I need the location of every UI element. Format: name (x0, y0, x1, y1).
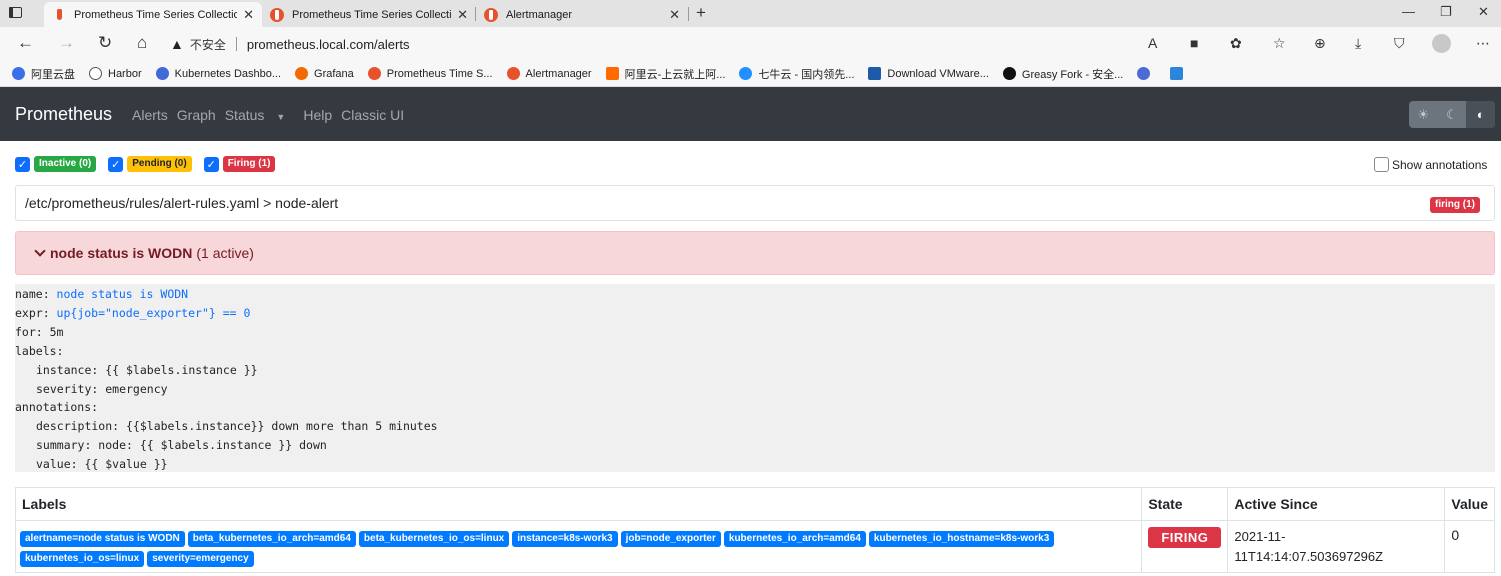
rule-name-link[interactable]: node status is WODN (57, 287, 189, 301)
alert-rule-toggle[interactable]: node status is WODN (1 active) (15, 231, 1495, 275)
new-tab-icon[interactable]: + (696, 3, 706, 23)
bookmark-item[interactable]: Download VMware... (868, 67, 989, 80)
nav-help[interactable]: Help (303, 107, 332, 123)
state-cell: FIRING (1141, 520, 1229, 573)
light-theme-icon[interactable]: ☀ (1409, 101, 1438, 128)
nav-classic-ui[interactable]: Classic UI (341, 107, 404, 123)
col-state: State (1141, 487, 1229, 521)
label-badge: severity=emergency (147, 551, 254, 567)
firing-filter[interactable]: ✓ Firing (1) (203, 156, 276, 172)
alerts-table: Labels State Active Since Value alertnam… (14, 487, 1495, 573)
col-value: Value (1444, 487, 1495, 521)
nav-graph[interactable]: Graph (177, 107, 216, 123)
group-state-badge: firing (1) (1430, 197, 1480, 213)
show-annotations-toggle[interactable]: Show annotations (1374, 157, 1487, 172)
col-active-since: Active Since (1227, 487, 1446, 521)
state-filters: ✓ Inactive (0) ✓ Pending (0) ✓ Firing (1… (15, 156, 287, 172)
table-row: alertname=node status is WODN beta_kubern… (14, 520, 1495, 573)
close-tab-icon[interactable]: ✕ (243, 7, 254, 23)
checkbox-unchecked-icon[interactable] (1374, 157, 1389, 172)
label-badge: kubernetes_io_arch=amd64 (723, 531, 866, 547)
prometheus-favicon-icon (52, 8, 66, 22)
rule-expr-link[interactable]: up{job="node_exporter"} == 0 (57, 306, 251, 320)
minimize-icon[interactable]: — (1402, 4, 1415, 19)
bookmark-item[interactable]: Kubernetes Dashbo... (155, 67, 281, 80)
label-badge: kubernetes_io_hostname=k8s-work3 (868, 531, 1055, 547)
browser-tab-strip: Prometheus Time Series Collectio ✕ Prome… (0, 0, 1501, 27)
browser-tab[interactable]: Prometheus Time Series Collectio ✕ (262, 2, 476, 27)
close-tab-icon[interactable]: ✕ (457, 7, 468, 23)
tab-actions-icon[interactable] (8, 5, 24, 21)
bookmark-item[interactable]: 七牛云 - 国内领先... (739, 66, 854, 82)
browser-tab[interactable]: Prometheus Time Series Collectio ✕ (44, 2, 262, 27)
theme-toggle: ☀ ☾ ◐ (1409, 101, 1496, 128)
alert-active-count: (1 active) (196, 245, 254, 261)
col-labels: Labels (14, 487, 1143, 521)
bookmark-item[interactable]: Prometheus Time S... (367, 67, 493, 80)
brand-link[interactable]: Prometheus (15, 104, 112, 125)
close-tab-icon[interactable]: ✕ (669, 7, 680, 23)
address-bar[interactable]: ▲ 不安全 prometheus.local.com/alerts (170, 32, 1170, 56)
bookmark-item[interactable]: Harbor (89, 67, 142, 80)
rule-group-path: /etc/prometheus/rules/alert-rules.yaml >… (25, 195, 339, 211)
browser-tab[interactable]: Alertmanager ✕ (476, 2, 688, 27)
downloads-icon[interactable]: ⤓ (1355, 35, 1361, 52)
bookmark-item[interactable]: Grafana (295, 67, 354, 80)
labels-cell: alertname=node status is WODN beta_kubern… (14, 520, 1143, 573)
back-icon[interactable]: ← (17, 33, 34, 53)
extension-icon[interactable]: ■ (1190, 35, 1198, 51)
restore-icon[interactable]: ❐ (1440, 4, 1452, 20)
shield-icon[interactable]: ⛉ (1394, 35, 1405, 52)
label-badge: beta_kubernetes_io_os=linux (358, 531, 510, 547)
nav-alerts[interactable]: Alerts (132, 107, 168, 123)
active-since-cell: 2021-11- 11T14:14:07.503697296Z (1227, 520, 1446, 573)
caret-down-icon: ▼ (276, 112, 286, 122)
label-badge: kubernetes_io_os=linux (20, 551, 145, 567)
bookmark-item[interactable] (1170, 67, 1189, 80)
state-badge: FIRING (1148, 527, 1222, 548)
bookmark-item[interactable] (1137, 67, 1156, 80)
bookmark-item[interactable]: Alertmanager (506, 67, 592, 80)
favorites-icon[interactable]: ☆ (1273, 35, 1286, 52)
label-badge: alertname=node status is WODN (20, 531, 185, 547)
label-badge: instance=k8s-work3 (512, 531, 618, 547)
auto-theme-icon[interactable]: ◐ (1466, 101, 1496, 128)
more-icon[interactable]: ⋯ (1476, 35, 1490, 52)
alertmanager-favicon-icon (484, 7, 498, 22)
chevron-down-icon (34, 245, 46, 257)
profile-avatar[interactable] (1432, 34, 1451, 53)
rule-group-header: /etc/prometheus/rules/alert-rules.yaml >… (15, 185, 1495, 221)
warning-icon: ▲ (170, 36, 184, 52)
pending-filter[interactable]: ✓ Pending (0) (108, 156, 192, 172)
bookmarks-bar: 阿里云盘 Harbor Kubernetes Dashbo... Grafana… (0, 61, 1501, 87)
bookmark-item[interactable]: 阿里云盘 (12, 66, 75, 82)
alert-name: node status is WODN (50, 245, 193, 261)
rule-definition: name: node status is WODN expr: up{job="… (15, 284, 1495, 472)
collections-icon[interactable]: ⊕ (1314, 35, 1326, 52)
home-icon[interactable]: ⌂ (137, 33, 147, 53)
bookmark-item[interactable]: 阿里云-上云就上阿... (605, 66, 725, 82)
value-cell: 0 (1444, 520, 1495, 573)
prometheus-navbar: Prometheus Alerts Graph Status ▼ Help Cla… (0, 87, 1501, 141)
checkbox-checked-icon[interactable]: ✓ (203, 156, 219, 172)
bookmark-item[interactable]: Greasy Fork - 安全... (1002, 66, 1123, 82)
checkbox-checked-icon[interactable]: ✓ (108, 156, 124, 172)
read-aloud-icon[interactable]: A (1148, 35, 1157, 51)
close-window-icon[interactable]: ✕ (1478, 4, 1489, 20)
inactive-filter[interactable]: ✓ Inactive (0) (15, 156, 97, 172)
nav-status[interactable]: Status ▼ (225, 107, 295, 123)
label-badge: beta_kubernetes_io_arch=amd64 (187, 531, 356, 547)
checkbox-checked-icon[interactable]: ✓ (15, 156, 30, 172)
forward-icon[interactable]: → (58, 33, 75, 53)
puzzle-icon[interactable]: ✿ (1230, 35, 1242, 52)
dark-theme-icon[interactable]: ☾ (1438, 101, 1467, 128)
browser-toolbar: ← → ↻ ⌂ ▲ 不安全 prometheus.local.com/alert… (0, 27, 1501, 61)
url-text[interactable]: prometheus.local.com/alerts (247, 37, 410, 52)
label-badge: job=node_exporter (620, 531, 721, 547)
reload-icon[interactable]: ↻ (98, 33, 112, 53)
prometheus-favicon-icon (270, 7, 284, 22)
